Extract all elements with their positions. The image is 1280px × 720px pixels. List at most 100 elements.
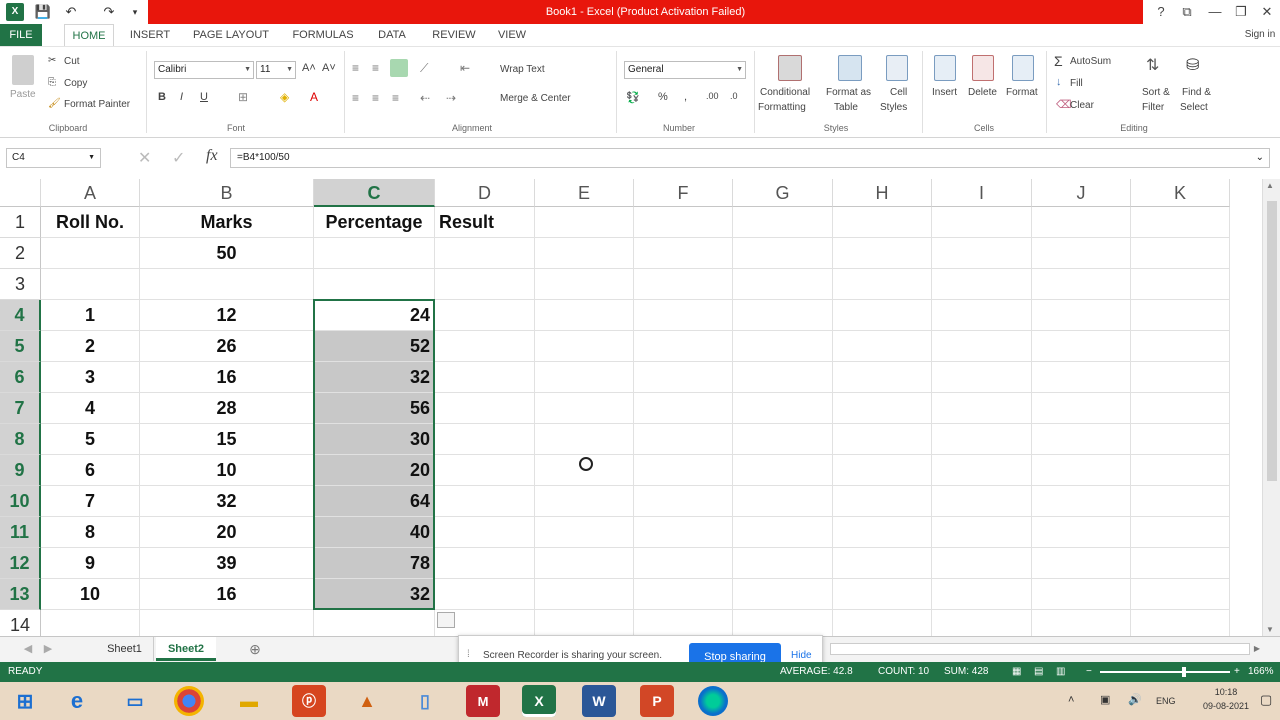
tray-chevron-icon[interactable]: ˄: [1068, 694, 1074, 706]
windows-start-icon[interactable]: ⊞: [8, 685, 42, 717]
cell-g1[interactable]: [733, 207, 833, 238]
cell-a3[interactable]: [41, 269, 140, 300]
customize-qat-icon[interactable]: ▾: [126, 3, 144, 21]
cell-c14[interactable]: [314, 610, 435, 636]
column-header-c[interactable]: C: [314, 179, 435, 207]
font-name-combo[interactable]: Calibri ▼: [154, 61, 254, 79]
zoom-slider-thumb[interactable]: [1182, 667, 1186, 677]
cell-f1[interactable]: [634, 207, 733, 238]
format-painter-button[interactable]: Format Painter: [64, 99, 130, 110]
cell-g13[interactable]: [733, 579, 833, 610]
cell-c1[interactable]: Percentage: [314, 207, 435, 238]
copy-button[interactable]: Copy: [64, 78, 87, 89]
cell-c9[interactable]: 20: [314, 455, 435, 486]
cell-g4[interactable]: [733, 300, 833, 331]
cell-b13[interactable]: 16: [140, 579, 314, 610]
cell-f14[interactable]: [634, 610, 733, 636]
cell-d3[interactable]: [435, 269, 535, 300]
cell-g9[interactable]: [733, 455, 833, 486]
cell-a11[interactable]: 8: [41, 517, 140, 548]
word-icon[interactable]: W: [582, 685, 616, 717]
cell-c3[interactable]: [314, 269, 435, 300]
cell-e14[interactable]: [535, 610, 634, 636]
cell-h9[interactable]: [833, 455, 932, 486]
cell-k7[interactable]: [1131, 393, 1230, 424]
row-header[interactable]: 3: [0, 269, 41, 300]
autosum-icon[interactable]: Σ: [1054, 53, 1063, 69]
cell-h5[interactable]: [833, 331, 932, 362]
scroll-right-icon[interactable]: ▶: [1250, 637, 1264, 661]
cell-e6[interactable]: [535, 362, 634, 393]
cell-a7[interactable]: 4: [41, 393, 140, 424]
row-header[interactable]: 1: [0, 207, 41, 238]
shrink-font-icon[interactable]: A˅: [322, 62, 336, 74]
next-sheet-icon[interactable]: ▶: [40, 637, 56, 661]
cell-f10[interactable]: [634, 486, 733, 517]
help-icon[interactable]: ?: [1148, 2, 1174, 22]
underline-icon[interactable]: U: [200, 91, 208, 103]
sort-filter-icon[interactable]: ⇅: [1146, 55, 1159, 75]
cell-k3[interactable]: [1131, 269, 1230, 300]
tray-date[interactable]: 09-08-2021: [1198, 701, 1254, 711]
tray-time[interactable]: 10:18: [1198, 687, 1254, 697]
number-format-combo[interactable]: General ▼: [624, 61, 746, 79]
file-explorer-icon[interactable]: ▬: [232, 685, 266, 717]
scroll-thumb[interactable]: [1267, 201, 1277, 481]
scroll-up-icon[interactable]: ▲: [1266, 181, 1274, 190]
row-header[interactable]: 6: [0, 362, 41, 393]
sheet-tab-sheet2[interactable]: Sheet2: [156, 637, 216, 661]
cell-i2[interactable]: [932, 238, 1032, 269]
cell-b2[interactable]: 50: [140, 238, 314, 269]
cell-e11[interactable]: [535, 517, 634, 548]
cell-e10[interactable]: [535, 486, 634, 517]
cell-h2[interactable]: [833, 238, 932, 269]
cell-i10[interactable]: [932, 486, 1032, 517]
cell-d4[interactable]: [435, 300, 535, 331]
row-header[interactable]: 11: [0, 517, 41, 548]
cell-i3[interactable]: [932, 269, 1032, 300]
cell-a4[interactable]: 1: [41, 300, 140, 331]
cell-b10[interactable]: 32: [140, 486, 314, 517]
cell-i8[interactable]: [932, 424, 1032, 455]
cell-j9[interactable]: [1032, 455, 1131, 486]
cell-d8[interactable]: [435, 424, 535, 455]
cell-j1[interactable]: [1032, 207, 1131, 238]
cell-h10[interactable]: [833, 486, 932, 517]
cell-c12[interactable]: 78: [314, 548, 435, 579]
row-header[interactable]: 5: [0, 331, 41, 362]
column-header-f[interactable]: F: [634, 179, 733, 207]
ribbon-display-icon[interactable]: ⧉: [1174, 2, 1200, 22]
cell-j12[interactable]: [1032, 548, 1131, 579]
page-layout-view-icon[interactable]: ▤: [1034, 662, 1043, 682]
quick-analysis-icon[interactable]: [437, 612, 455, 628]
cell-b7[interactable]: 28: [140, 393, 314, 424]
sign-in-link[interactable]: Sign in: [1240, 24, 1280, 46]
cell-e12[interactable]: [535, 548, 634, 579]
column-header-g[interactable]: G: [733, 179, 833, 207]
text-direction-icon[interactable]: ⇤: [460, 61, 470, 75]
cell-i9[interactable]: [932, 455, 1032, 486]
cell-g14[interactable]: [733, 610, 833, 636]
cell-g2[interactable]: [733, 238, 833, 269]
vertical-scrollbar[interactable]: ▲ ▼: [1262, 179, 1280, 636]
zoom-slider[interactable]: [1100, 671, 1230, 673]
increase-indent-icon[interactable]: ⇢: [446, 91, 456, 105]
cell-g8[interactable]: [733, 424, 833, 455]
format-cells-button[interactable]: Format: [1006, 87, 1038, 98]
cell-c6[interactable]: 32: [314, 362, 435, 393]
cell-f9[interactable]: [634, 455, 733, 486]
delete-cells-button[interactable]: Delete: [968, 87, 997, 98]
delete-cells-icon[interactable]: [972, 55, 994, 81]
maximize-icon[interactable]: ❐: [1228, 2, 1254, 22]
fill-color-icon[interactable]: ◈: [280, 90, 289, 104]
cell-k12[interactable]: [1131, 548, 1230, 579]
clear-button[interactable]: Clear: [1070, 100, 1094, 111]
cell-g10[interactable]: [733, 486, 833, 517]
wrap-text-button[interactable]: Wrap Text: [500, 64, 545, 75]
tab-page-layout[interactable]: PAGE LAYOUT: [188, 24, 274, 46]
cell-c5[interactable]: 52: [314, 331, 435, 362]
tab-insert[interactable]: INSERT: [126, 24, 174, 46]
cancel-entry-icon[interactable]: ✕: [138, 148, 151, 168]
cell-h12[interactable]: [833, 548, 932, 579]
cell-k2[interactable]: [1131, 238, 1230, 269]
